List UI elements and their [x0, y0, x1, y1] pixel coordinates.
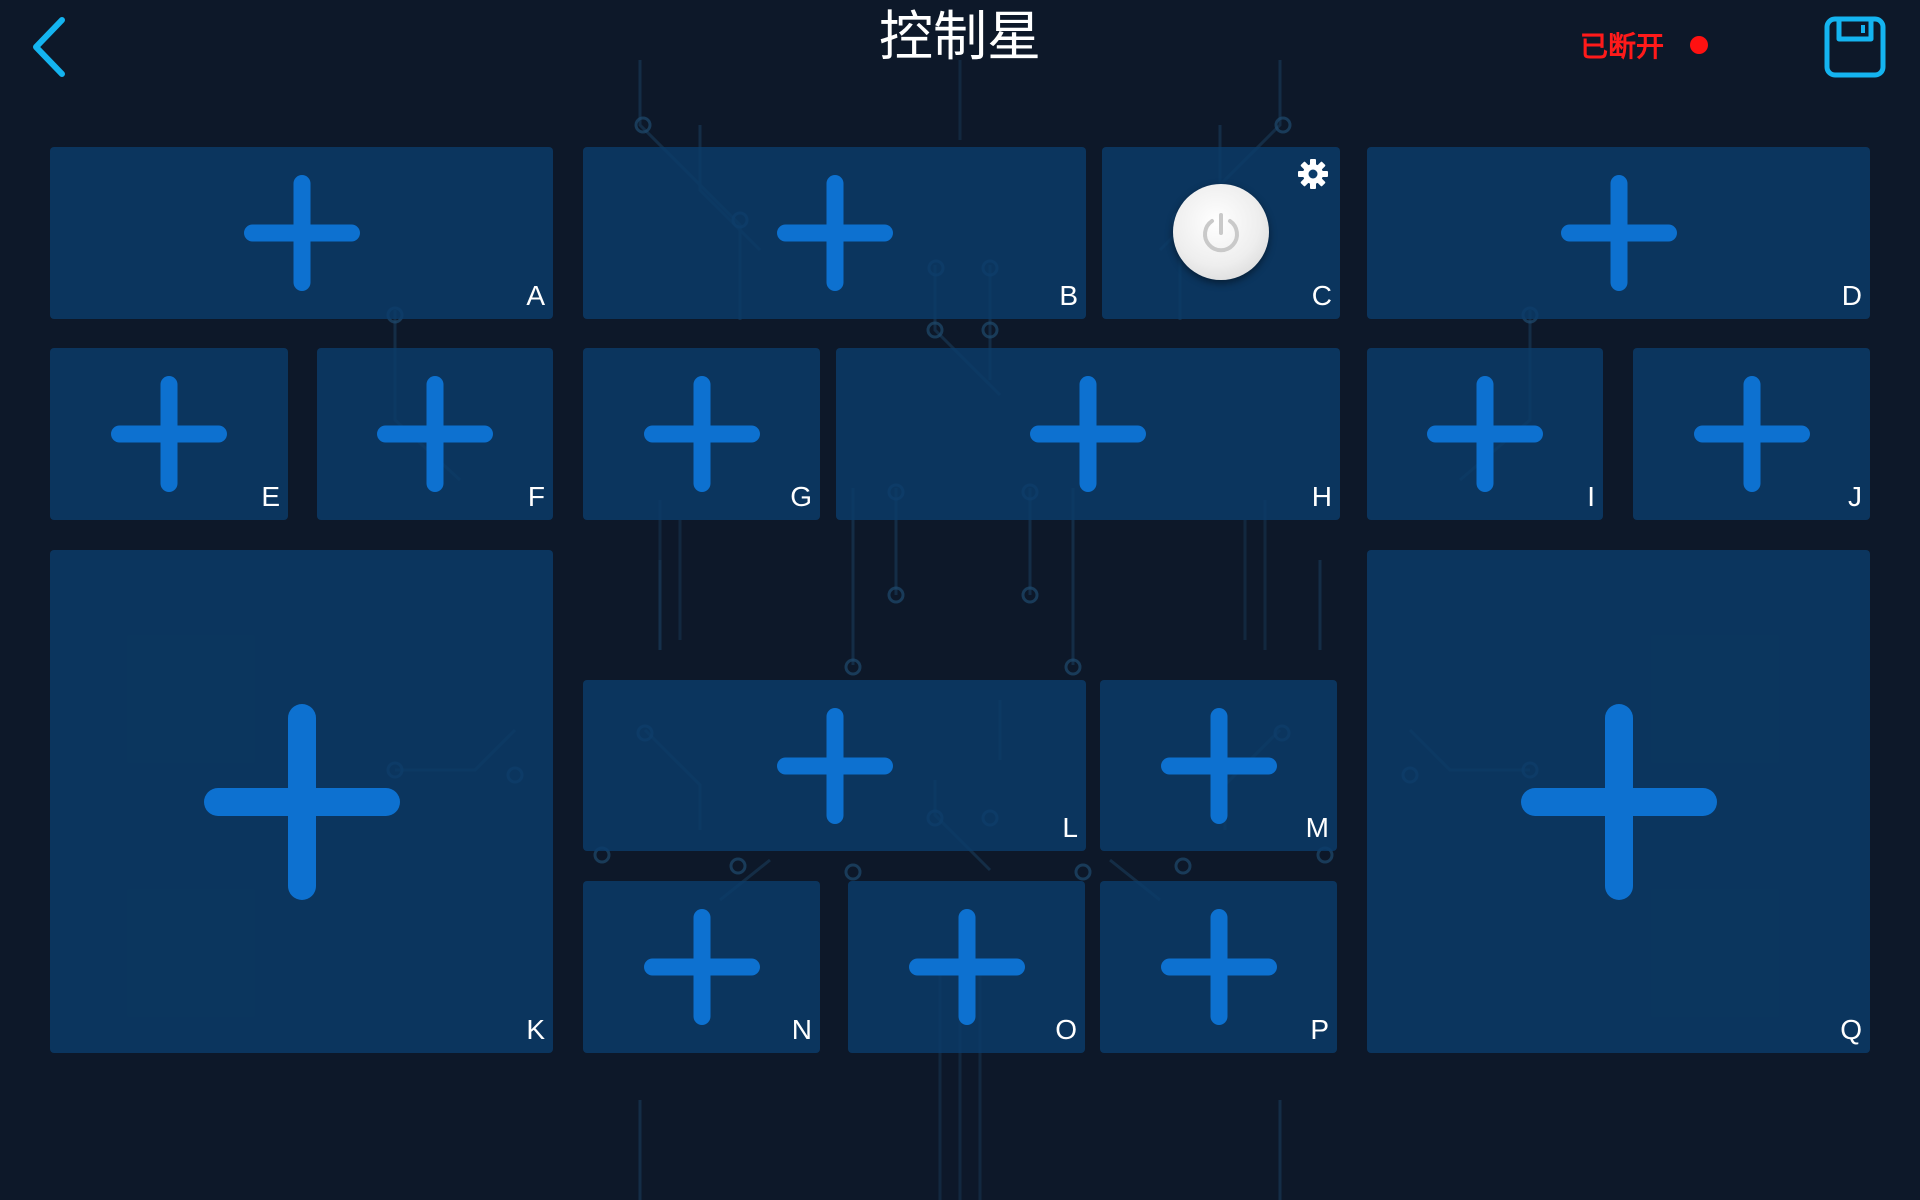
slot-label: G	[790, 481, 812, 512]
back-button[interactable]	[22, 12, 78, 82]
slot-label: D	[1841, 280, 1862, 311]
slot-label: I	[1587, 481, 1595, 512]
plus-icon	[776, 175, 893, 291]
power-icon	[1203, 213, 1239, 253]
plus-icon	[776, 707, 893, 824]
chevron-left-icon	[33, 17, 65, 77]
save-button[interactable]	[1820, 12, 1890, 82]
slot-label: N	[791, 1014, 812, 1045]
button-slot-p[interactable]: P	[1100, 881, 1337, 1053]
button-slot-a[interactable]: A	[50, 147, 553, 319]
slot-label: J	[1848, 481, 1862, 512]
plus-icon	[111, 376, 227, 492]
plus-icon	[1693, 376, 1810, 492]
button-slot-f[interactable]: F	[317, 348, 553, 520]
button-slot-m[interactable]: M	[1100, 680, 1337, 851]
connection-status: 已断开	[1580, 20, 1709, 70]
button-slot-j[interactable]: J	[1633, 348, 1870, 520]
slot-label: K	[526, 1014, 545, 1045]
button-slot-d[interactable]: D	[1367, 147, 1870, 319]
slot-label: P	[1310, 1014, 1329, 1045]
status-indicator-dot	[1690, 36, 1709, 54]
slot-label: H	[1311, 481, 1332, 512]
power-button[interactable]	[1173, 184, 1269, 280]
button-slot-e[interactable]: E	[50, 348, 288, 520]
slot-label: A	[526, 280, 545, 311]
plus-icon	[243, 175, 360, 291]
button-slot-k[interactable]: K	[50, 550, 553, 1053]
page-title: 控制星	[879, 5, 1041, 68]
plus-icon	[1520, 703, 1717, 900]
slot-label: F	[527, 481, 545, 512]
plus-icon	[1030, 376, 1146, 492]
button-slot-g[interactable]: G	[583, 348, 820, 520]
button-slot-o[interactable]: O	[848, 881, 1085, 1053]
button-slot-n[interactable]: N	[583, 881, 820, 1053]
plus-icon	[377, 376, 493, 492]
gear-icon	[1298, 159, 1328, 189]
slot-label: O	[1055, 1014, 1077, 1045]
button-slot-h[interactable]: H	[836, 348, 1340, 520]
plus-icon	[1160, 707, 1277, 824]
slot-label: B	[1059, 280, 1078, 311]
connection-status-text: 已断开	[1580, 30, 1665, 63]
slot-label: C	[1311, 280, 1332, 311]
slot-label: Q	[1840, 1014, 1862, 1045]
slot-label: M	[1305, 812, 1329, 843]
slot-label: L	[1062, 812, 1078, 843]
button-slot-i[interactable]: I	[1367, 348, 1603, 520]
plus-icon	[1560, 175, 1677, 291]
plus-icon	[203, 703, 400, 900]
plus-icon	[643, 909, 760, 1025]
plus-icon	[643, 376, 760, 492]
button-slot-b[interactable]: B	[583, 147, 1086, 319]
settings-button[interactable]	[1296, 157, 1330, 191]
button-slot-l[interactable]: L	[583, 680, 1086, 851]
plus-icon	[1160, 909, 1277, 1025]
button-slot-q[interactable]: Q	[1367, 550, 1870, 1053]
slot-label: E	[261, 481, 280, 512]
plus-icon	[908, 909, 1025, 1025]
plus-icon	[1427, 376, 1543, 492]
save-icon	[1824, 16, 1886, 78]
top-bar: 控制星 已断开	[0, 0, 1920, 100]
power-switch-slot-c: C	[1102, 147, 1340, 319]
